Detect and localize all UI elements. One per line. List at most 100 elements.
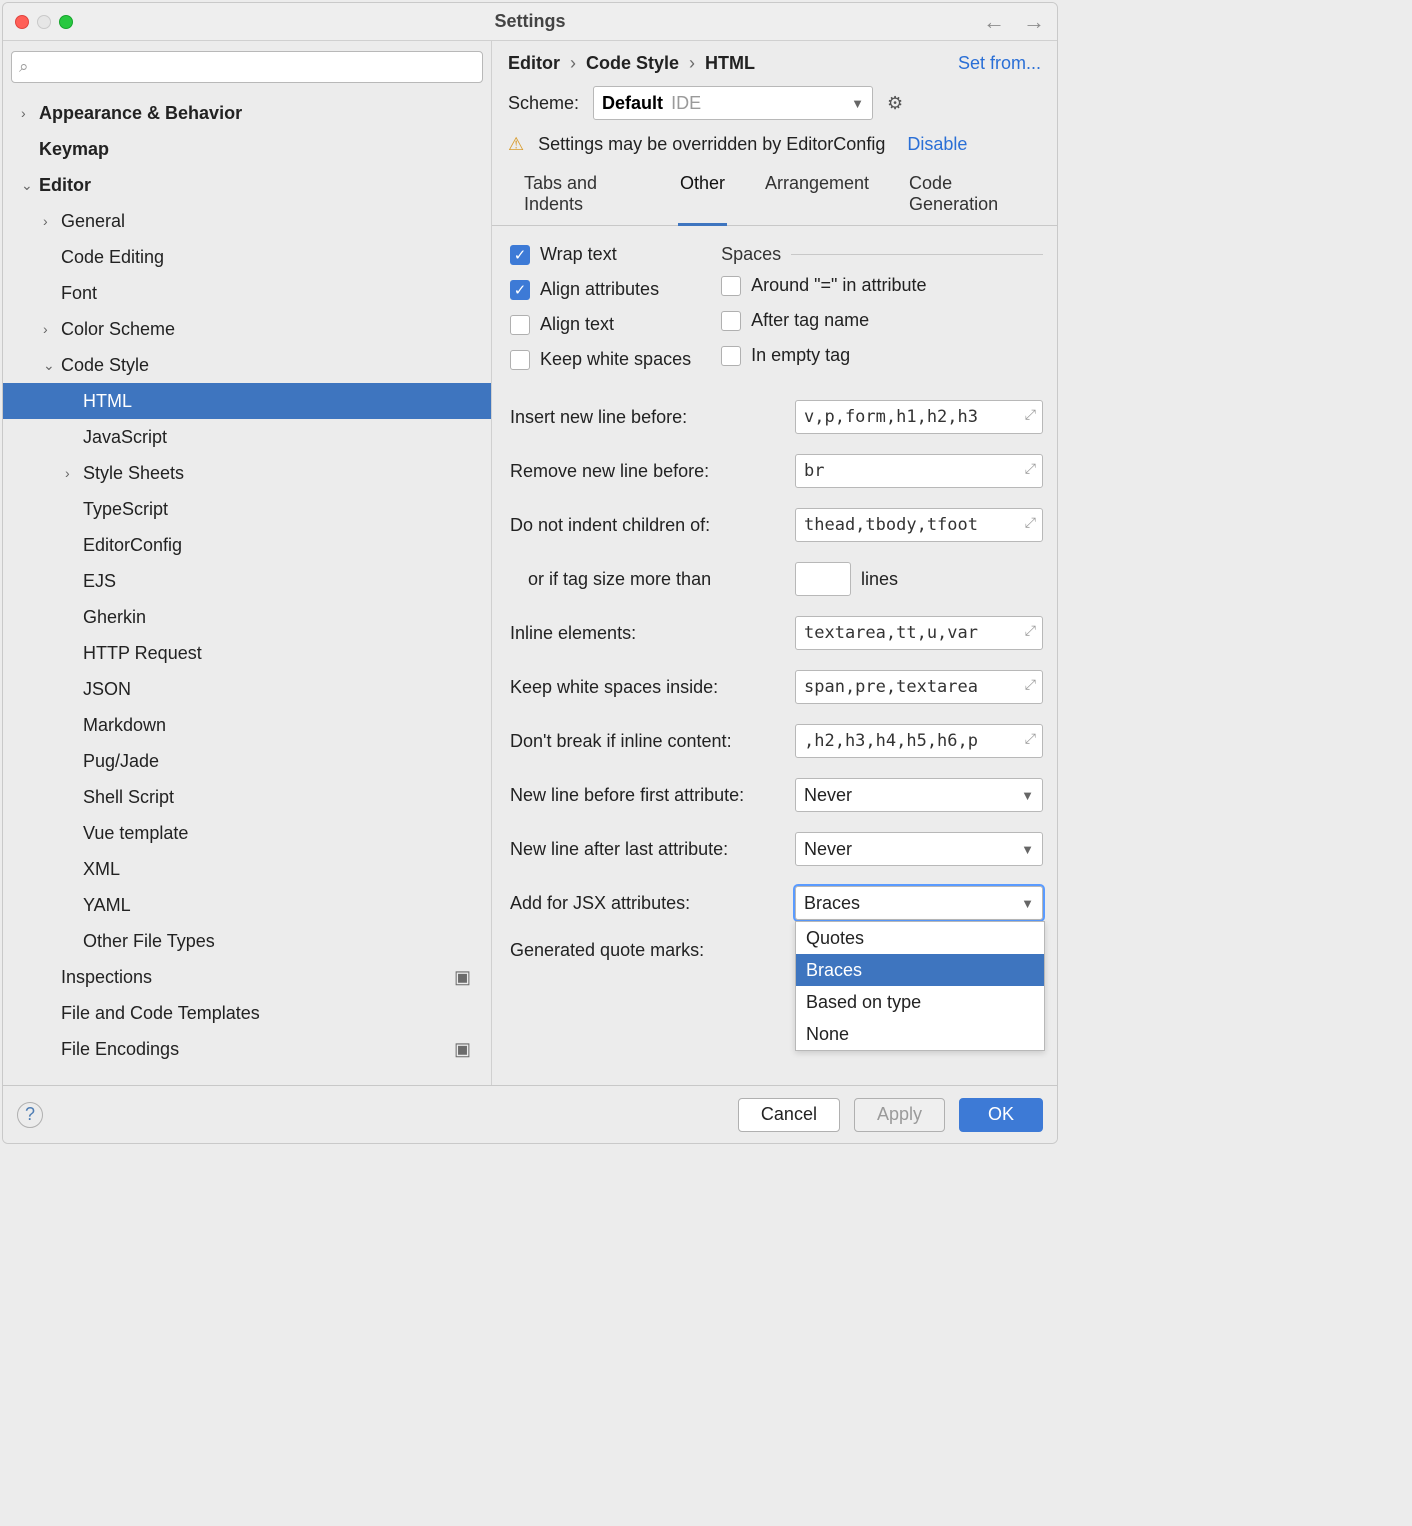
dropdown-option[interactable]: None bbox=[796, 1018, 1044, 1050]
expand-icon[interactable]: ⤢ bbox=[1025, 677, 1036, 693]
tree-item[interactable]: Vue template bbox=[3, 815, 491, 851]
disable-link[interactable]: Disable bbox=[907, 134, 967, 155]
checkbox-row[interactable]: Around "=" in attribute bbox=[721, 275, 1043, 296]
tree-item[interactable]: HTTP Request bbox=[3, 635, 491, 671]
gear-icon[interactable]: ⚙ bbox=[887, 93, 903, 114]
scheme-label: Scheme: bbox=[508, 93, 579, 114]
tree-item-label: Vue template bbox=[83, 823, 188, 844]
tree-item[interactable]: XML bbox=[3, 851, 491, 887]
jsx-attributes-select[interactable]: Braces ▼ QuotesBracesBased on typeNone bbox=[795, 886, 1043, 920]
tree-item[interactable]: HTML bbox=[3, 383, 491, 419]
breadcrumb-part[interactable]: Editor bbox=[508, 53, 560, 74]
newline-after-attr-select[interactable]: Never ▼ bbox=[795, 832, 1043, 866]
no-indent-children-input[interactable]: thead,tbody,tfoot ⤢ bbox=[795, 508, 1043, 542]
tree-item[interactable]: Inspections▣ bbox=[3, 959, 491, 995]
chevron-down-icon: ⌄ bbox=[43, 357, 61, 374]
breadcrumb: Editor › Code Style › HTML Set from... bbox=[492, 41, 1057, 74]
tag-size-input[interactable] bbox=[795, 562, 851, 596]
checkbox-row[interactable]: Align text bbox=[510, 314, 691, 335]
settings-window: Settings ← → ⌕ ›Appearance & BehaviorKey… bbox=[2, 2, 1058, 1144]
tree-item[interactable]: ›Color Scheme bbox=[3, 311, 491, 347]
expand-icon[interactable]: ⤢ bbox=[1025, 407, 1036, 423]
tree-item[interactable]: Code Editing bbox=[3, 239, 491, 275]
tree-item-label: Style Sheets bbox=[83, 463, 184, 484]
tree-item[interactable]: Markdown bbox=[3, 707, 491, 743]
minimize-icon[interactable] bbox=[37, 15, 51, 29]
tree-item[interactable]: Shell Script bbox=[3, 779, 491, 815]
expand-icon[interactable]: ⤢ bbox=[1025, 515, 1036, 531]
remove-newline-before-input[interactable]: br ⤢ bbox=[795, 454, 1043, 488]
breadcrumb-part[interactable]: Code Style bbox=[586, 53, 679, 74]
checkbox-row[interactable]: After tag name bbox=[721, 310, 1043, 331]
help-icon[interactable]: ? bbox=[17, 1102, 43, 1128]
tab-code-generation[interactable]: Code Generation bbox=[907, 165, 1027, 225]
keep-whitespace-input[interactable]: span,pre,textarea ⤢ bbox=[795, 670, 1043, 704]
tab-tabs-indents[interactable]: Tabs and Indents bbox=[522, 165, 642, 225]
tree-item[interactable]: ⌄Editor bbox=[3, 167, 491, 203]
checkbox-row[interactable]: ✓Align attributes bbox=[510, 279, 691, 300]
apply-button[interactable]: Apply bbox=[854, 1098, 945, 1132]
set-from-link[interactable]: Set from... bbox=[958, 53, 1041, 74]
ok-button[interactable]: OK bbox=[959, 1098, 1043, 1132]
tree-item[interactable]: JavaScript bbox=[3, 419, 491, 455]
tree-item[interactable]: Keymap bbox=[3, 131, 491, 167]
checkbox[interactable] bbox=[510, 350, 530, 370]
tab-arrangement[interactable]: Arrangement bbox=[763, 165, 871, 225]
tree-item[interactable]: Other File Types bbox=[3, 923, 491, 959]
banner-text: Settings may be overridden by EditorConf… bbox=[538, 134, 885, 155]
tree-item-label: Other File Types bbox=[83, 931, 215, 952]
tree-item[interactable]: ›General bbox=[3, 203, 491, 239]
chevron-right-icon: › bbox=[21, 105, 39, 121]
dropdown-option[interactable]: Based on type bbox=[796, 986, 1044, 1018]
dont-break-input[interactable]: ,h2,h3,h4,h5,h6,p ⤢ bbox=[795, 724, 1043, 758]
tree-item-label: JSON bbox=[83, 679, 131, 700]
checkbox-row[interactable]: In empty tag bbox=[721, 345, 1043, 366]
tree-item[interactable]: File and Code Templates bbox=[3, 995, 491, 1031]
dropdown-option[interactable]: Braces bbox=[796, 954, 1044, 986]
newline-before-attr-select[interactable]: Never ▼ bbox=[795, 778, 1043, 812]
expand-icon[interactable]: ⤢ bbox=[1025, 731, 1036, 747]
breadcrumb-part[interactable]: HTML bbox=[705, 53, 755, 74]
cancel-button[interactable]: Cancel bbox=[738, 1098, 840, 1132]
tree-item[interactable]: YAML bbox=[3, 887, 491, 923]
tree-item[interactable]: ›Style Sheets bbox=[3, 455, 491, 491]
tab-other[interactable]: Other bbox=[678, 165, 727, 226]
expand-icon[interactable]: ⤢ bbox=[1025, 461, 1036, 477]
settings-tree[interactable]: ›Appearance & Behavior Keymap ⌄Editor›Gene… bbox=[3, 89, 491, 1085]
chevron-down-icon: ▼ bbox=[1021, 788, 1034, 803]
checkbox[interactable]: ✓ bbox=[510, 245, 530, 265]
checkbox[interactable] bbox=[721, 346, 741, 366]
tree-item[interactable]: JSON bbox=[3, 671, 491, 707]
back-icon[interactable]: ← bbox=[983, 9, 1005, 35]
zoom-icon[interactable] bbox=[59, 15, 73, 29]
checkbox[interactable] bbox=[721, 276, 741, 296]
tree-item-label: XML bbox=[83, 859, 120, 880]
checkbox[interactable] bbox=[721, 311, 741, 331]
tree-item[interactable]: EJS bbox=[3, 563, 491, 599]
chevron-down-icon: ▼ bbox=[1021, 842, 1034, 857]
close-icon[interactable] bbox=[15, 15, 29, 29]
scheme-select[interactable]: Default IDE ▼ bbox=[593, 86, 873, 120]
tree-item[interactable]: TypeScript bbox=[3, 491, 491, 527]
tree-item[interactable]: ⌄Code Style bbox=[3, 347, 491, 383]
checkbox-label: After tag name bbox=[751, 310, 869, 331]
tree-item[interactable]: ›Appearance & Behavior bbox=[3, 95, 491, 131]
tree-item[interactable]: EditorConfig bbox=[3, 527, 491, 563]
inline-elements-input[interactable]: textarea,tt,u,var ⤢ bbox=[795, 616, 1043, 650]
tree-item-label: Keymap bbox=[39, 139, 109, 160]
forward-icon[interactable]: → bbox=[1023, 9, 1045, 35]
tree-item[interactable]: Font bbox=[3, 275, 491, 311]
tree-item[interactable]: File Encodings▣ bbox=[3, 1031, 491, 1067]
checkbox[interactable]: ✓ bbox=[510, 280, 530, 300]
checkbox-label: Align text bbox=[540, 314, 614, 335]
tree-item[interactable]: Pug/Jade bbox=[3, 743, 491, 779]
expand-icon[interactable]: ⤢ bbox=[1025, 623, 1036, 639]
checkbox-row[interactable]: Keep white spaces bbox=[510, 349, 691, 370]
checkbox-row[interactable]: ✓Wrap text bbox=[510, 244, 691, 265]
tree-item-label: HTTP Request bbox=[83, 643, 202, 664]
search-input[interactable] bbox=[11, 51, 483, 83]
tree-item[interactable]: Gherkin bbox=[3, 599, 491, 635]
dropdown-option[interactable]: Quotes bbox=[796, 922, 1044, 954]
insert-newline-before-input[interactable]: v,p,form,h1,h2,h3 ⤢ bbox=[795, 400, 1043, 434]
checkbox[interactable] bbox=[510, 315, 530, 335]
